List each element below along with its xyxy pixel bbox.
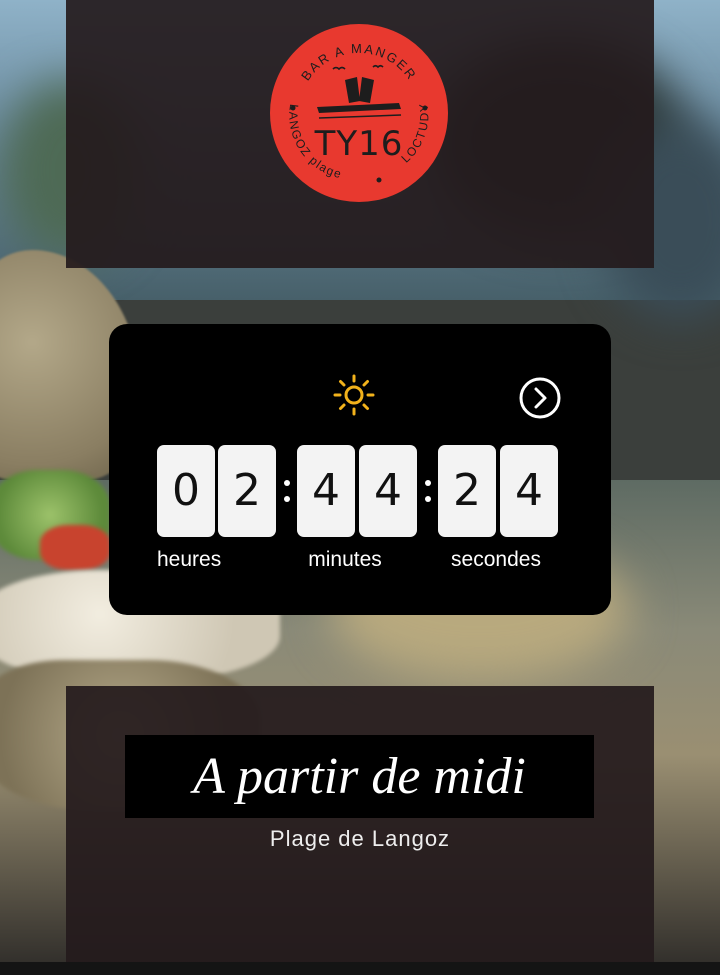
bottom-bar <box>0 962 720 975</box>
hours-label: heures <box>157 548 222 571</box>
hours-digit-1: 0 <box>157 445 215 537</box>
headline: A partir de midi <box>193 748 526 805</box>
minutes-digit-2: 4 <box>359 445 417 537</box>
chevron-right-circle-icon[interactable] <box>518 376 562 420</box>
ty16-logo: BAR A MANGER LANGOZ plage LOCTUDY TY16 <box>270 24 448 202</box>
seconds-digit-2: 4 <box>500 445 558 537</box>
location-text: Plage de Langoz <box>269 826 451 851</box>
seconds-digit-1: 2 <box>438 445 496 537</box>
separator-colon <box>282 476 292 506</box>
minutes-digit-1: 4 <box>297 445 355 537</box>
seconds-label: secondes <box>451 548 541 571</box>
burger-tomato <box>40 525 110 570</box>
sun-icon <box>333 374 375 416</box>
info-panel <box>66 686 654 962</box>
minutes-label: minutes <box>308 548 382 571</box>
logo-brand: TY16 <box>314 124 404 164</box>
hours-digit-2: 2 <box>218 445 276 537</box>
separator-colon <box>423 476 433 506</box>
